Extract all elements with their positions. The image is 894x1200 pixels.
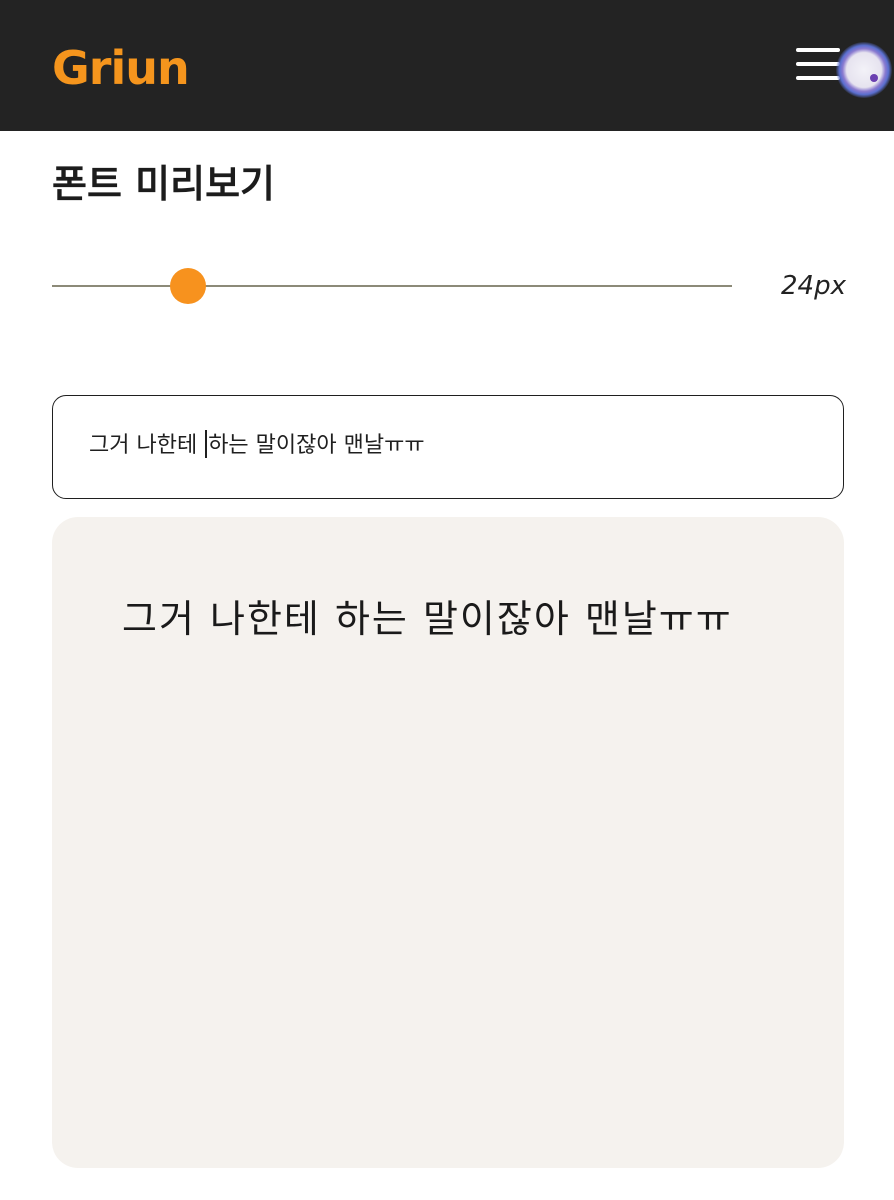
griun-logo[interactable]: Griun xyxy=(52,38,190,98)
menu-line xyxy=(796,62,840,66)
slider-track[interactable] xyxy=(52,285,732,287)
text-after-caret: 하는 말이잖아 맨날ㅠㅠ xyxy=(208,433,425,458)
text-caret xyxy=(205,430,208,458)
top-bar: Griun xyxy=(0,0,894,131)
menu-line xyxy=(796,48,840,52)
page-title: 폰트 미리보기 xyxy=(52,162,275,206)
assistant-orb-dot xyxy=(870,74,878,82)
slider-thumb[interactable] xyxy=(170,268,206,304)
hamburger-menu-icon[interactable] xyxy=(796,48,840,82)
text-before-caret: 그거 나한테 xyxy=(89,433,205,458)
font-preview-text: 그거 나한테 하는 말이잖아 맨날ㅠㅠ xyxy=(122,597,733,641)
font-preview-panel: 그거 나한테 하는 말이잖아 맨날ㅠㅠ xyxy=(52,517,844,1168)
assistant-orb-icon[interactable] xyxy=(836,42,892,98)
text-input-value[interactable]: 그거 나한테 하는 말이잖아 맨날ㅠㅠ xyxy=(89,428,425,464)
menu-line xyxy=(796,76,840,80)
font-size-value: 24px xyxy=(781,271,846,301)
font-size-slider[interactable] xyxy=(52,268,732,304)
preview-text-input[interactable]: 그거 나한테 하는 말이잖아 맨날ㅠㅠ xyxy=(52,395,844,499)
